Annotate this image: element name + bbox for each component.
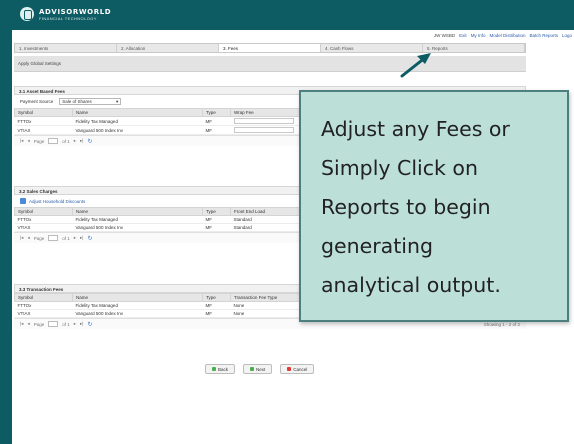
next-label: Next bbox=[256, 366, 266, 372]
page-input[interactable] bbox=[48, 138, 59, 144]
next-page-icon[interactable]: ▸ bbox=[74, 235, 76, 241]
cell-name: Fidelity Tax Managed bbox=[72, 301, 203, 310]
tab-reports[interactable]: 5. Reports bbox=[423, 44, 525, 52]
next-button[interactable]: Next bbox=[243, 364, 273, 374]
callout-line: Reports to begin bbox=[321, 195, 491, 219]
last-page-icon[interactable]: ▸| bbox=[80, 138, 83, 144]
page-label: Page bbox=[33, 138, 45, 144]
cell-name: Vanguard 500 Index Inv bbox=[72, 223, 203, 232]
tutorial-callout: Adjust any Fees or Simply Click on Repor… bbox=[299, 90, 569, 322]
cell-type: MF bbox=[202, 125, 231, 135]
cell-type: MF bbox=[202, 215, 231, 224]
link-logo[interactable]: Logo bbox=[562, 33, 572, 38]
top-links: JW WSBD Exit My Info Model Distribution … bbox=[434, 33, 572, 38]
cell-symbol: FTTOx bbox=[14, 215, 73, 224]
page-label: Page bbox=[33, 235, 45, 241]
first-page-icon[interactable]: |◂ bbox=[20, 138, 23, 144]
col-type[interactable]: Type bbox=[202, 108, 231, 117]
prev-page-icon[interactable]: ◂ bbox=[27, 321, 29, 327]
payment-source-select[interactable]: Sale of Shares ▾ bbox=[59, 98, 122, 105]
callout-line: Adjust any Fees or bbox=[321, 117, 510, 141]
cancel-button[interactable]: Cancel bbox=[280, 364, 315, 374]
link-my-info[interactable]: My Info bbox=[471, 33, 486, 38]
refresh-icon[interactable]: ↻ bbox=[87, 321, 92, 328]
cell-name: Vanguard 500 Index Inv bbox=[72, 309, 203, 318]
cancel-x-icon bbox=[287, 367, 292, 371]
callout-line: generating bbox=[321, 234, 433, 258]
col-symbol[interactable]: Symbol bbox=[14, 293, 73, 302]
cell-symbol: FTTOx bbox=[14, 116, 73, 126]
back-button[interactable]: Back bbox=[205, 364, 236, 374]
col-type[interactable]: Type bbox=[202, 293, 231, 302]
step-tabs: 1. Investments 2. Allocation 3. Fees 4. … bbox=[14, 43, 526, 53]
chevron-down-icon: ▾ bbox=[116, 98, 119, 104]
callout-arrow-icon bbox=[400, 53, 431, 78]
next-page-icon[interactable]: ▸ bbox=[74, 321, 76, 327]
next-page-icon[interactable]: ▸ bbox=[74, 138, 76, 144]
app-header: ADVISORWORLD FINANCIAL TECHNOLOGY bbox=[0, 0, 574, 30]
tab-fees[interactable]: 3. Fees bbox=[219, 44, 321, 52]
apply-global-settings-link[interactable]: Apply Global Settings bbox=[18, 61, 61, 66]
col-name[interactable]: Name bbox=[72, 293, 203, 302]
cell-name: Vanguard 500 Index Inv bbox=[72, 125, 203, 135]
cell-symbol: FTTOx bbox=[14, 301, 73, 310]
last-page-icon[interactable]: ▸| bbox=[80, 321, 83, 327]
user-label: JW WSBD bbox=[433, 33, 456, 38]
wrap-fee-input[interactable] bbox=[233, 118, 294, 124]
globe-logo-icon bbox=[20, 7, 34, 21]
cell-name: Fidelity Tax Managed bbox=[72, 116, 203, 126]
prev-page-icon[interactable]: ◂ bbox=[27, 138, 29, 144]
tab-investments[interactable]: 1. Investments bbox=[15, 44, 117, 52]
back-arrow-icon bbox=[212, 367, 216, 371]
wrap-fee-input[interactable] bbox=[233, 127, 294, 133]
callout-line: analytical output. bbox=[321, 273, 501, 297]
back-label: Back bbox=[218, 366, 229, 372]
page-of: of 1 bbox=[62, 235, 70, 241]
link-model-distribution[interactable]: Model Distribution bbox=[489, 33, 525, 38]
first-page-icon[interactable]: |◂ bbox=[20, 235, 23, 241]
page-of: of 1 bbox=[62, 321, 70, 327]
col-name[interactable]: Name bbox=[72, 108, 203, 117]
cell-symbol: VTIAX bbox=[14, 125, 73, 135]
tab-allocation[interactable]: 2. Allocation bbox=[117, 44, 219, 52]
first-page-icon[interactable]: |◂ bbox=[20, 321, 23, 327]
refresh-icon[interactable]: ↻ bbox=[87, 235, 92, 242]
cell-symbol: VTIAX bbox=[14, 223, 73, 232]
showing-count: Showing 1 - 2 of 2 bbox=[483, 321, 520, 327]
page-input[interactable] bbox=[48, 235, 59, 241]
link-exit[interactable]: Exit bbox=[459, 33, 467, 38]
last-page-icon[interactable]: ▸| bbox=[80, 235, 83, 241]
cell-name: Fidelity Tax Managed bbox=[72, 215, 203, 224]
payment-source-value: Sale of Shares bbox=[62, 99, 92, 104]
callout-line: Simply Click on bbox=[321, 156, 478, 180]
left-rail bbox=[0, 30, 12, 444]
cell-type: MF bbox=[202, 116, 231, 126]
brand-tagline: FINANCIAL TECHNOLOGY bbox=[39, 15, 97, 21]
col-name[interactable]: Name bbox=[72, 207, 203, 216]
page-label: Page bbox=[33, 321, 45, 327]
page-of: of 1 bbox=[62, 138, 70, 144]
prev-page-icon[interactable]: ◂ bbox=[27, 235, 29, 241]
cell-symbol: VTIAX bbox=[14, 309, 73, 318]
adjust-discounts-link[interactable]: Adjust Household Discounts bbox=[29, 199, 85, 204]
cell-type: MF bbox=[202, 309, 231, 318]
cell-type: MF bbox=[202, 301, 231, 310]
cell-type: MF bbox=[202, 223, 231, 232]
refresh-icon[interactable]: ↻ bbox=[87, 138, 92, 145]
edit-icon bbox=[20, 198, 26, 204]
action-buttons: Back Next Cancel bbox=[205, 364, 315, 374]
brand-logo[interactable]: ADVISORWORLD FINANCIAL TECHNOLOGY bbox=[20, 7, 111, 21]
col-symbol[interactable]: Symbol bbox=[14, 108, 73, 117]
cancel-label: Cancel bbox=[293, 366, 308, 372]
brand-name: ADVISORWORLD bbox=[39, 7, 112, 16]
col-type[interactable]: Type bbox=[202, 207, 231, 216]
payment-source-label: Payment Source bbox=[20, 99, 54, 104]
global-settings-toolbar: Apply Global Settings bbox=[14, 56, 526, 72]
link-batch-reports[interactable]: Batch Reports bbox=[529, 33, 558, 38]
next-arrow-icon bbox=[250, 367, 255, 371]
page-input[interactable] bbox=[48, 321, 59, 327]
col-symbol[interactable]: Symbol bbox=[14, 207, 73, 216]
